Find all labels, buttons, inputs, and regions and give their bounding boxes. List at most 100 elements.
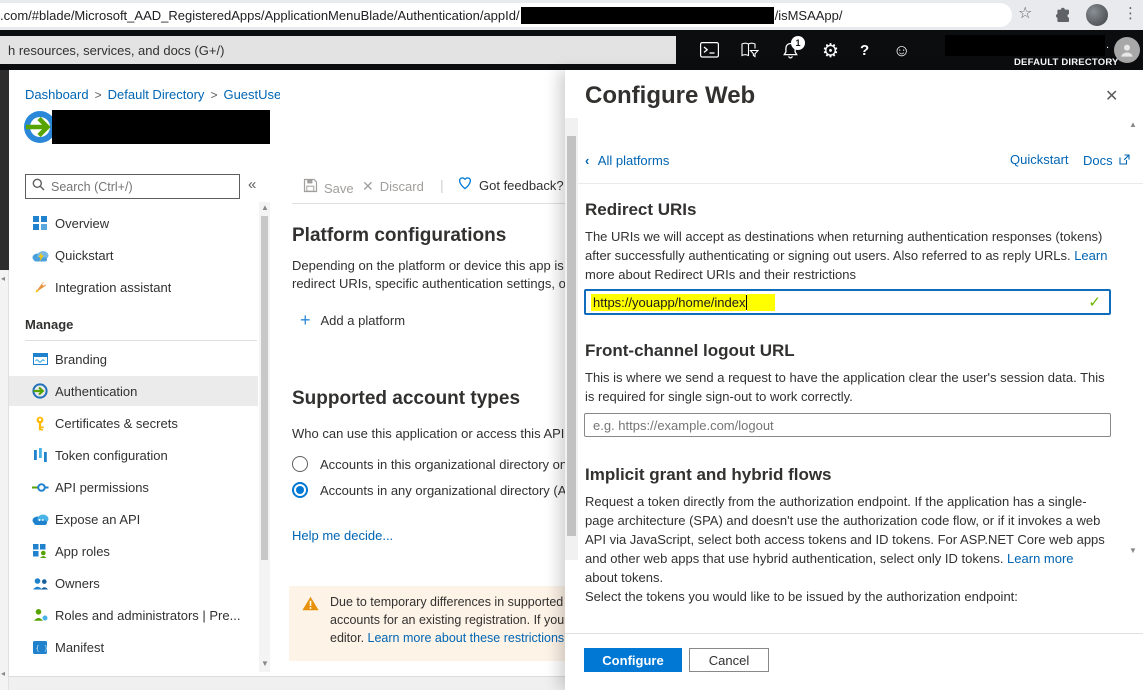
sidebar-item-label: Token configuration	[55, 448, 168, 463]
bookmark-star-icon[interactable]: ☆	[1018, 6, 1032, 22]
account-name-redaction	[945, 35, 1105, 56]
sidebar-item-overview[interactable]: Overview	[9, 208, 258, 238]
radio-this-directory-label: Accounts in this organizational director…	[320, 457, 565, 472]
cancel-button[interactable]: Cancel	[689, 648, 769, 672]
logout-desc-line2: is required for single sign-out to work …	[585, 389, 853, 404]
owners-icon	[25, 577, 55, 590]
sidebar-item-integration-assistant[interactable]: Integration assistant	[9, 272, 258, 302]
chevron-left-icon: ‹	[585, 153, 589, 168]
sidebar-item-label: Roles and administrators | Pre...	[55, 608, 240, 623]
tokens-learn-more-link[interactable]: Learn more	[1007, 551, 1073, 566]
all-platforms-label: All platforms	[598, 153, 670, 168]
add-platform-button[interactable]: + Add a platform	[300, 310, 405, 331]
radio-unselected-icon[interactable]	[292, 456, 308, 472]
sidebar-item-manifest[interactable]: { } Manifest	[9, 632, 258, 662]
svg-text:{ }: { }	[36, 644, 48, 652]
sidebar-item-api-permissions[interactable]: API permissions	[9, 472, 258, 502]
warning-restrictions-link[interactable]: Learn more about these restrictions.	[368, 631, 565, 645]
discard-x-icon: ✕	[362, 178, 374, 195]
save-button[interactable]: Save	[303, 178, 354, 198]
sidebar-item-label: Overview	[55, 216, 109, 231]
app-name-redaction	[52, 110, 270, 144]
sidebar-item-expose-an-api[interactable]: Expose an API	[9, 504, 258, 534]
account-avatar[interactable]	[1114, 37, 1140, 63]
sidebar-item-app-roles[interactable]: App roles	[9, 536, 258, 566]
select-tokens-text: Select the tokens you would like to be i…	[585, 589, 1018, 604]
breadcrumb-dashboard[interactable]: Dashboard	[25, 87, 89, 102]
help-icon[interactable]: ?	[860, 42, 869, 59]
toolbar-separator: |	[440, 177, 444, 193]
overview-icon	[25, 216, 55, 230]
browser-menu-icon[interactable]: ⋮	[1123, 6, 1138, 21]
manifest-icon: { }	[25, 641, 55, 654]
sidebar-item-certificates-secrets[interactable]: Certificates & secrets	[9, 408, 258, 438]
url-suffix: /isMSAApp/	[775, 8, 843, 23]
panel-scrollbar-thumb[interactable]	[567, 136, 576, 536]
authentication-blade-content: Save ✕ Discard | Got feedback? Platform …	[280, 70, 565, 676]
tokens-learn-more-link-line2[interactable]: about tokens.	[585, 570, 663, 585]
heart-icon	[457, 176, 473, 195]
sidebar-search-input[interactable]	[51, 180, 221, 194]
sidebar-item-branding[interactable]: Branding	[9, 344, 258, 374]
redirect-learn-more-link-line2[interactable]: more about Redirect URIs and their restr…	[585, 267, 856, 282]
got-feedback-label: Got feedback?	[479, 178, 564, 193]
quickstart-icon	[25, 249, 55, 262]
radio-selected-icon[interactable]	[292, 482, 308, 498]
discard-button[interactable]: ✕ Discard	[362, 178, 424, 195]
panel-scroll-up-icon[interactable]: ▲	[1129, 120, 1137, 129]
expand-left-arrow-icon[interactable]: ◂	[1, 274, 5, 283]
extensions-puzzle-icon[interactable]	[1055, 7, 1071, 28]
scroll-up-icon[interactable]: ▲	[261, 203, 269, 212]
configure-button[interactable]: Configure	[584, 648, 682, 672]
sidebar-item-authentication[interactable]: Authentication	[9, 376, 258, 406]
sidebar-item-roles-administrators[interactable]: Roles and administrators | Pre...	[9, 600, 258, 630]
got-feedback-button[interactable]: Got feedback?	[457, 176, 564, 195]
cloud-shell-icon[interactable]	[700, 42, 719, 63]
help-me-decide-link[interactable]: Help me decide...	[292, 528, 393, 543]
scroll-down-icon[interactable]: ▼	[261, 659, 269, 668]
sidebar-item-label: Quickstart	[55, 248, 114, 263]
redirect-learn-more-link[interactable]: Learn	[1074, 248, 1107, 263]
quickstart-link[interactable]: Quickstart	[1010, 152, 1069, 167]
sidebar-collapse-icon[interactable]: «	[248, 176, 256, 193]
browser-profile-avatar[interactable]	[1086, 4, 1108, 26]
implicit-desc-line3: API via JavaScript, select both access t…	[585, 532, 1105, 547]
toolbar-divider	[292, 203, 565, 204]
save-label: Save	[324, 181, 354, 196]
radio-any-directory[interactable]: Accounts in any organizational directory…	[292, 482, 565, 498]
expose-api-cloud-icon	[25, 513, 55, 525]
directory-filter-icon[interactable]	[741, 42, 759, 63]
docs-link[interactable]: Docs	[1083, 152, 1130, 170]
panel-scroll-down-icon[interactable]: ▼	[1129, 546, 1137, 555]
account-separator: .	[1106, 39, 1109, 51]
sidebar-item-label: API permissions	[55, 480, 149, 495]
expand-left-arrow-icon[interactable]: ◂	[1, 669, 5, 678]
certificates-key-icon	[25, 416, 55, 431]
global-search-input[interactable]	[0, 36, 676, 64]
settings-gear-icon[interactable]: ⚙	[822, 40, 839, 63]
sidebar-scrollbar-thumb[interactable]	[261, 216, 268, 560]
close-icon[interactable]: ✕	[1105, 86, 1118, 106]
sidebar-item-quickstart[interactable]: Quickstart	[9, 240, 258, 270]
warning-line3: editor. Learn more about these restricti…	[330, 629, 565, 647]
external-link-icon	[1119, 152, 1130, 169]
breadcrumb-default-directory[interactable]: Default Directory	[108, 87, 205, 102]
sidebar-item-owners[interactable]: Owners	[9, 568, 258, 598]
sidebar-search[interactable]	[25, 174, 240, 199]
save-icon	[303, 178, 318, 198]
feedback-smiley-icon[interactable]: ☺	[893, 41, 910, 61]
breadcrumb-separator: >	[204, 88, 223, 102]
address-bar[interactable]: .com/#blade/Microsoft_AAD_RegisteredApps…	[0, 3, 1012, 27]
supported-account-types-heading: Supported account types	[292, 388, 520, 410]
sidebar-item-label: Certificates & secrets	[55, 416, 178, 431]
app-roles-icon	[25, 544, 55, 558]
implicit-desc-line2: page architecture (SPA) and doesn't use …	[585, 513, 1100, 528]
sidebar-item-token-configuration[interactable]: Token configuration	[9, 440, 258, 470]
radio-this-directory[interactable]: Accounts in this organizational director…	[292, 456, 565, 472]
sidebar-item-label: Branding	[55, 352, 107, 367]
all-platforms-back-link[interactable]: ‹ All platforms	[585, 152, 669, 170]
directory-label: DEFAULT DIRECTORY	[1014, 57, 1119, 68]
implicit-desc-line4: and other web apps that use hybrid authe…	[585, 551, 1074, 566]
redirect-uri-input[interactable]: https://youapp/home/index ✓	[584, 289, 1111, 315]
logout-url-input[interactable]	[584, 413, 1111, 437]
